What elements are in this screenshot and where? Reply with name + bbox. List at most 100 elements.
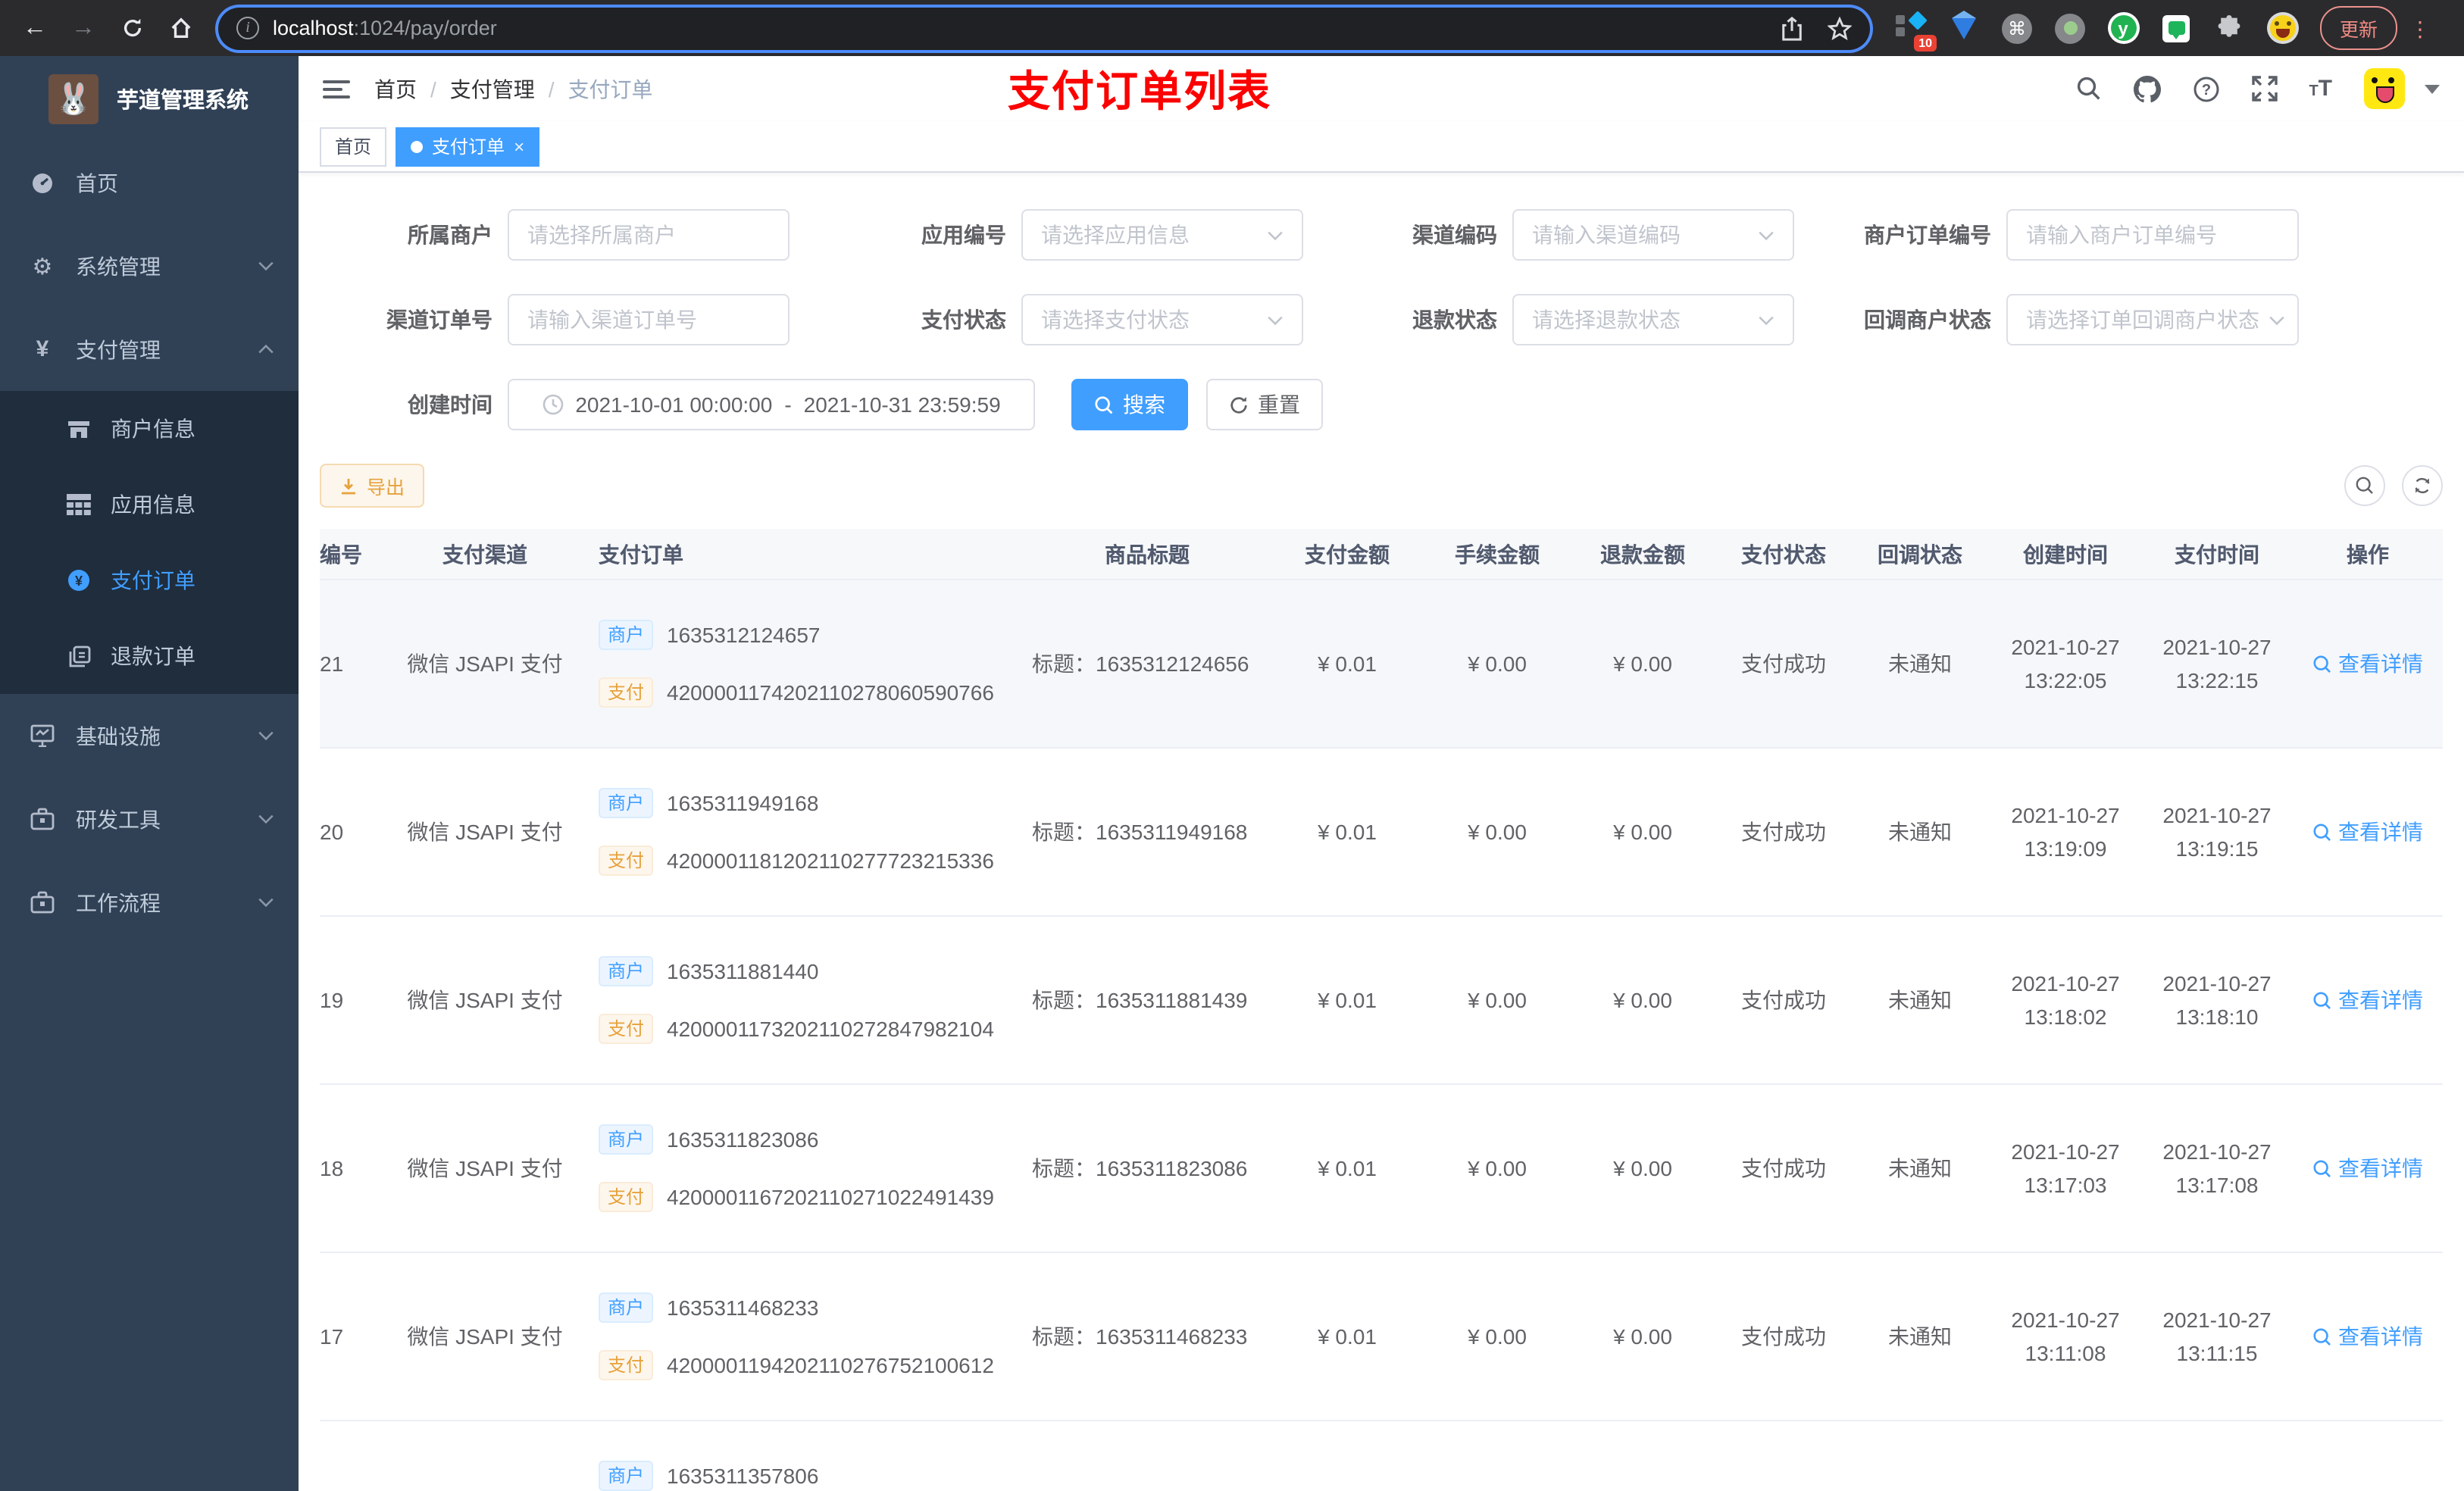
refresh-icon[interactable] — [2402, 465, 2443, 506]
view-detail-link[interactable]: 查看详情 — [2312, 985, 2423, 1015]
user-avatar[interactable] — [2364, 68, 2405, 109]
action-cell: 查看详情 — [2293, 1153, 2443, 1183]
logo[interactable]: 🐰 芋道管理系统 — [0, 56, 299, 141]
pay-no-line: 支付 4200001173202110272847982104 — [599, 1011, 1020, 1047]
tab-close-icon[interactable]: × — [514, 136, 524, 157]
sidebar-collapse-icon[interactable] — [323, 80, 350, 98]
tab-home[interactable]: 首页 — [320, 127, 387, 166]
channel-order-no-filter-input[interactable] — [508, 294, 790, 345]
active-tab-dot — [411, 140, 424, 152]
pay-channel: 微信 JSAPI 支付 — [407, 1324, 563, 1349]
sidebar-item-system[interactable]: ⚙ 系统管理 — [0, 224, 299, 308]
github-icon[interactable] — [2133, 75, 2161, 102]
breadcrumb-parent[interactable]: 支付管理 — [450, 73, 535, 104]
pay-status: 支付成功 — [1741, 652, 1826, 676]
share-icon[interactable] — [1781, 16, 1803, 40]
sidebar-item-app-info[interactable]: 应用信息 — [0, 467, 299, 542]
sidebar-item-dev-tools[interactable]: 研发工具 — [0, 777, 299, 861]
sidebar: 🐰 芋道管理系统 首页 ⚙ 系统管理 ¥ 支付管理 商户信息 应用信息 ¥ 支付… — [0, 56, 299, 1491]
product-title: 标题：1635312124656 — [1032, 652, 1249, 676]
address-bar[interactable]: i localhost:1024/pay/order — [218, 7, 1870, 49]
browser-menu-icon[interactable]: ⋮ — [2409, 17, 2431, 39]
create-time-cell: 2021-10-27 13:22:05 — [2011, 635, 2120, 692]
pay-status: 支付成功 — [1741, 820, 1826, 844]
profile-avatar-icon[interactable] — [2265, 11, 2299, 45]
site-info-icon[interactable]: i — [236, 17, 259, 39]
pinned-extension-icon[interactable]: 10 — [1894, 10, 1937, 51]
view-detail-link[interactable]: 查看详情 — [2312, 817, 2423, 847]
gear-icon: ⚙ — [32, 254, 53, 280]
merchant-no-line: 商户 1635311357806 — [599, 1458, 1020, 1491]
channel-code-filter-select[interactable]: 请输入渠道编码 — [1512, 209, 1794, 261]
sidebar-item-infrastructure[interactable]: 基础设施 — [0, 694, 299, 777]
sidebar-item-merchant-info[interactable]: 商户信息 — [0, 391, 299, 467]
action-cell: 查看详情 — [2293, 817, 2443, 847]
notify-status: 未通知 — [1888, 652, 1952, 676]
sidebar-item-home[interactable]: 首页 — [0, 141, 299, 224]
notify-status: 未通知 — [1888, 1324, 1952, 1349]
view-detail-link[interactable]: 查看详情 — [2312, 1321, 2423, 1352]
browser-back-button[interactable]: ← — [15, 8, 55, 48]
pay-order-cell: 商户 1635311881440 支付 42000011732021102728… — [593, 953, 1026, 1047]
bookmark-star-icon[interactable] — [1828, 16, 1852, 40]
merchant-order-no-filter-input[interactable] — [2006, 209, 2299, 261]
refund-status-filter-select[interactable]: 请选择退款状态 — [1512, 294, 1794, 345]
sidebar-item-workflow[interactable]: 工作流程 — [0, 861, 299, 944]
order-id: 17 — [320, 1324, 344, 1349]
merchant-filter-input[interactable] — [508, 209, 790, 261]
app-filter-select[interactable]: 请选择应用信息 — [1021, 209, 1303, 261]
table-row: 商户 1635311357806 支付 — [320, 1421, 2443, 1491]
pay-no-line: 支付 4200001194202110276752100612 — [599, 1347, 1020, 1383]
export-button[interactable]: 导出 — [320, 464, 425, 508]
yen-icon: ¥ — [36, 336, 49, 362]
browser-forward-button[interactable]: → — [64, 8, 103, 48]
browser-reload-button[interactable] — [112, 8, 152, 48]
fullscreen-icon[interactable] — [2251, 76, 2278, 102]
avatar-caret-icon[interactable] — [2425, 84, 2440, 93]
search-button[interactable]: 搜索 — [1071, 379, 1188, 430]
command-extension-icon[interactable]: ⌘ — [2000, 11, 2034, 45]
product-title: 标题：1635311823086 — [1032, 1156, 1248, 1180]
extensions-puzzle-icon[interactable] — [2212, 11, 2246, 45]
content: 所属商户 应用编号 请选择应用信息 渠道编码 请输入渠道编码 商户订单编号 — [299, 173, 2464, 1491]
date-separator: - — [784, 392, 792, 417]
pay-order-cell: 商户 1635311949168 支付 42000011812021102777… — [593, 785, 1026, 879]
tab-pay-order[interactable]: 支付订单 × — [396, 127, 540, 166]
url-text: localhost:1024/pay/order — [273, 17, 497, 39]
sidebar-item-refund-order[interactable]: 退款订单 — [0, 618, 299, 694]
reset-button[interactable]: 重置 — [1206, 379, 1323, 430]
sidebar-item-payment[interactable]: ¥ 支付管理 — [0, 308, 299, 391]
chat-extension-icon[interactable] — [2159, 11, 2193, 45]
sidebar-item-pay-order[interactable]: ¥ 支付订单 — [0, 542, 299, 618]
pay-badge: 支付 — [599, 1014, 654, 1044]
channel-code-filter-label: 渠道编码 — [1412, 223, 1497, 247]
notify-status-filter-select[interactable]: 请选择订单回调商户状态 — [2006, 294, 2299, 345]
chevron-down-icon — [258, 261, 274, 271]
fee-amount: ¥ 0.00 — [1468, 988, 1527, 1012]
pay-status-filter-select[interactable]: 请选择支付状态 — [1021, 294, 1303, 345]
channel-pay-no: 4200001167202110271022491439 — [667, 1185, 994, 1209]
table-row: 19 微信 JSAPI 支付 商户 1635311881440 支付 42000… — [320, 917, 2443, 1085]
svg-text:?: ? — [2201, 81, 2210, 98]
view-detail-link[interactable]: 查看详情 — [2312, 649, 2423, 679]
chrome-update-button[interactable]: 更新 — [2320, 6, 2398, 50]
app-title: 芋道管理系统 — [117, 89, 249, 113]
order-id: 19 — [320, 988, 344, 1012]
help-icon[interactable]: ? — [2192, 75, 2219, 102]
browser-chrome: ← → i localhost:1024/pay/order 10 ⌘ y 更新… — [0, 0, 2464, 56]
create-time-range-input[interactable]: 2021-10-01 00:00:00 - 2021-10-31 23:59:5… — [508, 379, 1035, 430]
sketch-extension-icon[interactable] — [1947, 10, 1981, 45]
font-size-icon[interactable]: TT — [2309, 76, 2332, 102]
pay-order-cell: 商户 1635311823086 支付 42000011672021102710… — [593, 1121, 1026, 1215]
search-icon[interactable] — [2075, 76, 2101, 102]
pay-time-cell: 2021-10-27 13:19:15 — [2162, 803, 2272, 861]
pay-order-cell: 商户 1635311468233 支付 42000011942021102767… — [593, 1289, 1026, 1383]
view-detail-link[interactable]: 查看详情 — [2312, 1153, 2423, 1183]
browser-home-button[interactable] — [161, 8, 200, 48]
toggle-search-icon[interactable] — [2344, 465, 2385, 506]
y-extension-icon[interactable]: y — [2106, 11, 2140, 45]
chevron-down-icon — [258, 814, 274, 824]
recorder-extension-icon[interactable] — [2053, 11, 2087, 45]
breadcrumb-home[interactable]: 首页 — [374, 73, 417, 104]
merchant-badge: 商户 — [599, 1124, 654, 1155]
